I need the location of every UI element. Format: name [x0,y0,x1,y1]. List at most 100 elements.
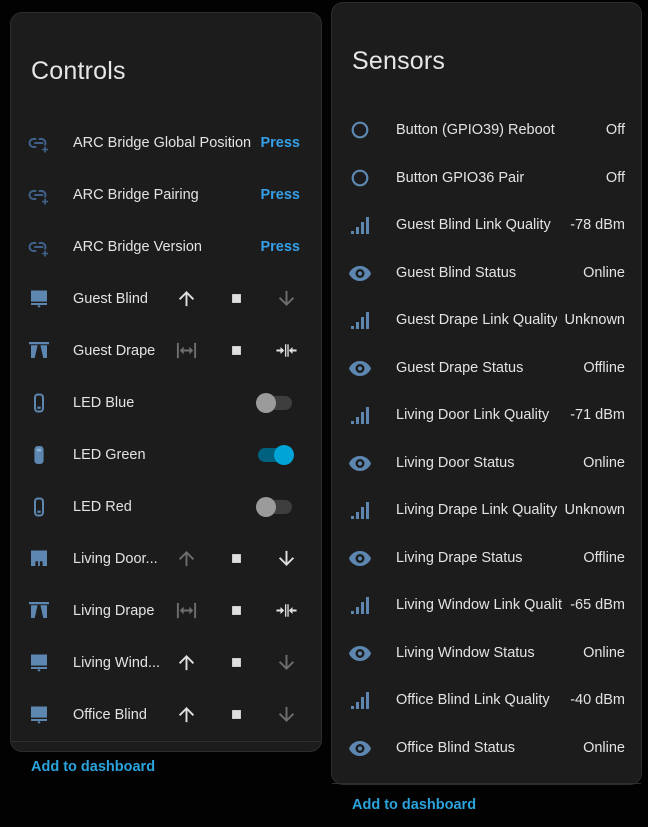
entity-name: LED Red [73,498,132,515]
circle-outline-icon [348,166,372,190]
sensor-row-guest-drape-link-quality[interactable]: Guest Drape Link Quality Unknown [348,297,625,345]
control-row-led-green[interactable]: LED Green [27,429,305,481]
add-to-dashboard-link[interactable]: Add to dashboard [352,797,476,813]
sensor-row-office-blind-link-quality[interactable]: Office Blind Link Quality -40 dBm [348,677,625,725]
entity-value: Off [605,122,625,139]
cover-stop-button[interactable] [211,692,261,738]
toggle-thumb [274,444,294,465]
cover-close-button[interactable] [261,640,311,686]
press-button[interactable]: Press [260,129,300,157]
stop-icon [225,651,248,674]
link-plus-icon [27,183,51,207]
signal-strength-icon [348,688,372,712]
led-outline-icon [27,495,51,519]
sensor-row-living-drape-link-quality[interactable]: Living Drape Link Quality Unknown [348,487,625,535]
curtain-close-button[interactable] [261,588,311,634]
led-blue-toggle[interactable] [256,392,292,413]
sensor-row-office-blind-status[interactable]: Office Blind Status Online [348,724,625,772]
entity-name: Office Blind [73,706,147,723]
signal-strength-icon [348,308,372,332]
curtain-stop-button[interactable] [211,328,261,374]
arrow-up-icon [175,287,198,310]
circle-outline-icon [348,118,372,142]
cover-close-button[interactable] [261,536,311,582]
entity-name: Living Drape Link Quality [396,502,557,519]
control-row-arc-bridge-version[interactable]: ARC Bridge Version Press [27,221,305,273]
cover-open-button[interactable] [161,536,211,582]
stop-icon [225,339,248,362]
arrow-collapse-horizontal-icon [275,339,298,362]
control-row-arc-bridge-pairing[interactable]: ARC Bridge Pairing Press [27,169,305,221]
entity-name: Guest Blind Link Quality [396,217,551,234]
add-to-dashboard-link[interactable]: Add to dashboard [31,759,155,775]
control-row-led-red[interactable]: LED Red [27,481,305,533]
led-red-toggle[interactable] [256,496,292,517]
led-outline-icon [27,391,51,415]
sensor-row-button-gpio36-pair[interactable]: Button GPIO36 Pair Off [348,154,625,202]
curtain-open-button[interactable] [161,328,211,374]
cover-stop-button[interactable] [211,536,261,582]
sensor-row-living-window-link-quality[interactable]: Living Window Link Quality -65 dBm [348,582,625,630]
cover-stop-button[interactable] [211,276,261,322]
entity-name: LED Green [73,446,146,463]
entity-name: Office Blind Status [396,739,516,756]
control-row-living-drape[interactable]: Living Drape [27,585,305,637]
sensor-row-button-gpio39-reboot[interactable]: Button (GPIO39) Reboot Off [348,107,625,155]
entity-name: Guest Drape Status [396,359,524,376]
stop-icon [225,703,248,726]
link-plus-icon [27,131,51,155]
entity-name: Button GPIO36 Pair [396,169,525,186]
cover-controls [161,276,311,322]
sensor-row-guest-blind-link-quality[interactable]: Guest Blind Link Quality -78 dBm [348,202,625,250]
cover-open-button[interactable] [161,640,211,686]
sensor-row-living-door-status[interactable]: Living Door Status Online [348,439,625,487]
entity-value: -40 dBm [570,692,625,709]
arrow-expand-horizontal-icon [175,599,198,622]
entity-value: Unknown [564,312,625,329]
cover-controls [161,588,311,634]
entity-name: Guest Blind Status [396,264,517,281]
control-row-arc-bridge-global-position[interactable]: ARC Bridge Global Position Press [27,117,305,169]
curtain-open-button[interactable] [161,588,211,634]
cover-open-button[interactable] [161,276,211,322]
sensors-card-title: Sensors [352,46,446,75]
arrow-down-icon [275,651,298,674]
entity-name: Guest Drape [73,342,156,359]
led-green-toggle[interactable] [258,444,294,465]
sensor-row-living-drape-status[interactable]: Living Drape Status Offline [348,534,625,582]
link-plus-icon [27,235,51,259]
signal-strength-icon [348,498,372,522]
sensor-row-guest-drape-status[interactable]: Guest Drape Status Offline [348,344,625,392]
control-row-living-window[interactable]: Living Wind... [27,637,305,689]
door-shade-icon [27,547,51,571]
press-button[interactable]: Press [260,181,300,209]
sensor-row-living-door-link-quality[interactable]: Living Door Link Quality -71 dBm [348,392,625,440]
stop-icon [225,547,248,570]
entity-value: -71 dBm [570,407,625,424]
led-filled-icon [27,443,51,467]
entity-name: Living Door... [73,550,158,567]
control-row-guest-blind[interactable]: Guest Blind [27,273,305,325]
entity-name: Living Wind... [73,654,161,671]
press-button[interactable]: Press [260,233,300,261]
sensor-row-guest-blind-status[interactable]: Guest Blind Status Online [348,249,625,297]
cover-close-button[interactable] [261,692,311,738]
toggle-thumb [256,392,276,413]
curtain-stop-button[interactable] [211,588,261,634]
eye-icon [348,641,372,665]
control-row-guest-drape[interactable]: Guest Drape [27,325,305,377]
controls-card-title: Controls [31,56,126,85]
control-row-living-door[interactable]: Living Door... [27,533,305,585]
sensors-card: Sensors Button (GPIO39) Reboot Off Butto… [331,2,642,813]
sensor-row-living-window-status[interactable]: Living Window Status Online [348,629,625,677]
cover-close-button[interactable] [261,276,311,322]
control-row-office-blind[interactable]: Office Blind [27,689,305,741]
curtain-close-button[interactable] [261,328,311,374]
cover-stop-button[interactable] [211,640,261,686]
stop-icon [225,599,248,622]
cover-open-button[interactable] [161,692,211,738]
roller-shade-icon [27,287,51,311]
entity-name: Guest Blind [73,290,148,307]
control-row-led-blue[interactable]: LED Blue [27,377,305,429]
signal-strength-icon [348,403,372,427]
